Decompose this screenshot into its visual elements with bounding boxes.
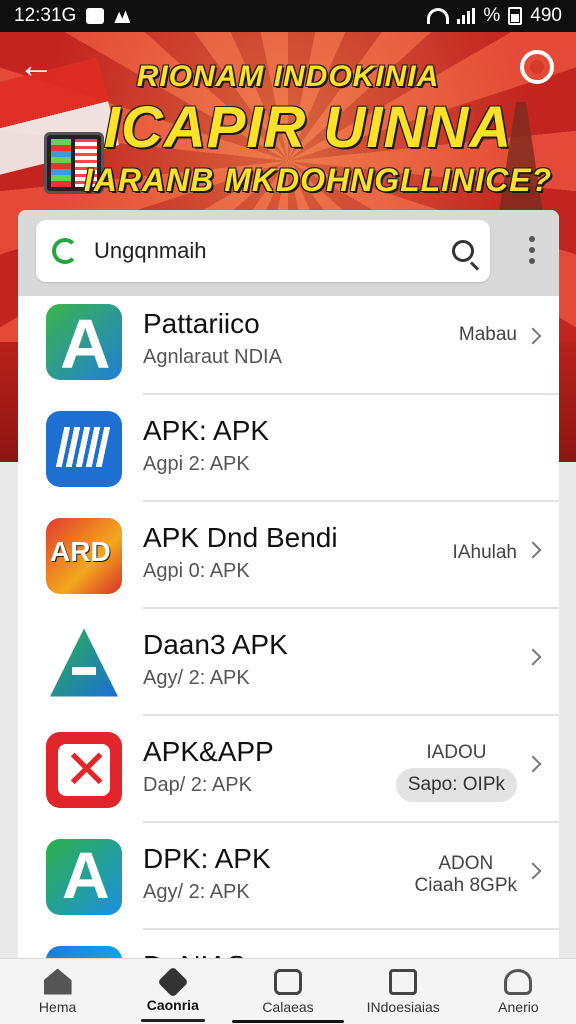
app-meta: IAhulah — [452, 542, 517, 563]
status-percent: % — [483, 5, 501, 26]
app-title: Daan3 APK — [143, 629, 288, 660]
app-icon — [46, 517, 122, 594]
nav-downloads[interactable]: INdoesiaias — [346, 959, 461, 1024]
app-meta-size: Ciaah 8GPk — [414, 875, 517, 896]
nav-label: Caonria — [146, 996, 199, 1013]
search-input[interactable]: Ungqnmaih — [36, 220, 490, 282]
list-item[interactable]: APK: APK Agpi 2: APK — [18, 395, 559, 502]
app-subtitle: Agnlaraut NDIA — [143, 346, 282, 368]
app-list: Pattariico Agnlaraut NDIA Mabau APK: APK… — [18, 288, 559, 970]
app-list-sheet: Ungqnmaih Pattariico Agnlaraut NDIA Maba… — [18, 210, 559, 970]
app-meta: IADOU — [426, 742, 487, 763]
home-icon — [43, 968, 72, 995]
nav-label: Hema — [38, 998, 77, 1015]
wifi-icon — [427, 8, 450, 24]
back-button[interactable]: ← — [18, 47, 54, 86]
app-title: APK&APP — [143, 736, 274, 767]
nav-label: Anerio — [498, 998, 539, 1015]
chevron-right-icon — [524, 755, 542, 773]
status-bar: 12:31G % 490 — [0, 0, 576, 32]
app-subtitle: Agy/ 2: APK — [143, 667, 250, 689]
list-item[interactable]: DPK: APK Agy/ 2: APK ADON Ciaah 8GPk — [18, 823, 559, 930]
nav-label: Calaeas — [262, 998, 314, 1015]
list-item[interactable]: Daan3 APK Agy/ 2: APK — [18, 609, 559, 716]
banner-line-3: IARANB MKDOHNGLLINICE? — [83, 162, 553, 198]
banner-line-2: ICAPIR UINNA — [103, 95, 513, 160]
status-battery-text: 490 — [530, 5, 562, 26]
nav-categories[interactable]: Caonria — [115, 959, 230, 1024]
app-meta-pill[interactable]: Sapo: OIPk — [395, 768, 517, 802]
download-icon — [389, 968, 418, 995]
app-title: Pattariico — [143, 308, 260, 339]
chevron-right-icon — [524, 327, 542, 345]
search-area: Ungqnmaih — [18, 210, 559, 296]
app-meta: Mabau — [458, 324, 517, 345]
nav-apps[interactable]: Calaeas — [230, 959, 345, 1024]
signal-icon — [457, 8, 476, 24]
chevron-right-icon — [524, 648, 542, 666]
google-icon — [52, 238, 78, 264]
app-subtitle: Agpi 0: APK — [143, 560, 250, 582]
account-icon — [504, 968, 533, 995]
home-indicator[interactable] — [232, 1020, 344, 1023]
settings-button[interactable] — [520, 50, 554, 84]
app-icon — [46, 303, 122, 380]
banner-line-1: RIONAM INDOKINIA — [136, 60, 440, 93]
app-subtitle: Agpi 2: APK — [143, 453, 250, 475]
list-item[interactable]: APK Dnd Bendi Agpi 0: APK IAhulah — [18, 502, 559, 609]
list-item[interactable]: APK&APP Dap/ 2: APK IADOU Sapo: OIPk — [18, 716, 559, 823]
nav-home[interactable]: Hema — [0, 959, 115, 1024]
app-icon — [46, 838, 122, 915]
app-notification-icon — [114, 10, 131, 23]
battery-icon — [508, 7, 523, 25]
apps-icon — [274, 968, 302, 995]
notification-icon — [86, 8, 105, 24]
app-title: APK Dnd Bendi — [143, 522, 338, 553]
chevron-right-icon — [524, 541, 542, 559]
bottom-nav: Hema Caonria Calaeas INdoesiaias Anerio — [0, 958, 576, 1024]
nav-label: INdoesiaias — [366, 998, 440, 1015]
app-meta: ADON — [438, 853, 494, 874]
more-options-button[interactable] — [529, 236, 537, 266]
status-time: 12:31G — [14, 5, 77, 26]
app-icon — [46, 410, 122, 487]
app-icon — [46, 731, 122, 808]
nav-account[interactable]: Anerio — [461, 959, 576, 1024]
list-item[interactable]: Pattariico Agnlaraut NDIA Mabau — [18, 288, 559, 395]
app-title: APK: APK — [143, 415, 270, 446]
chevron-right-icon — [524, 862, 542, 880]
app-icon — [46, 624, 122, 701]
app-subtitle: Dap/ 2: APK — [143, 774, 252, 796]
app-subtitle: Agy/ 2: APK — [143, 881, 250, 903]
search-value: Ungqnmaih — [94, 238, 207, 263]
category-icon — [157, 965, 189, 998]
app-title: DPK: APK — [143, 843, 271, 874]
search-icon[interactable] — [452, 240, 474, 262]
